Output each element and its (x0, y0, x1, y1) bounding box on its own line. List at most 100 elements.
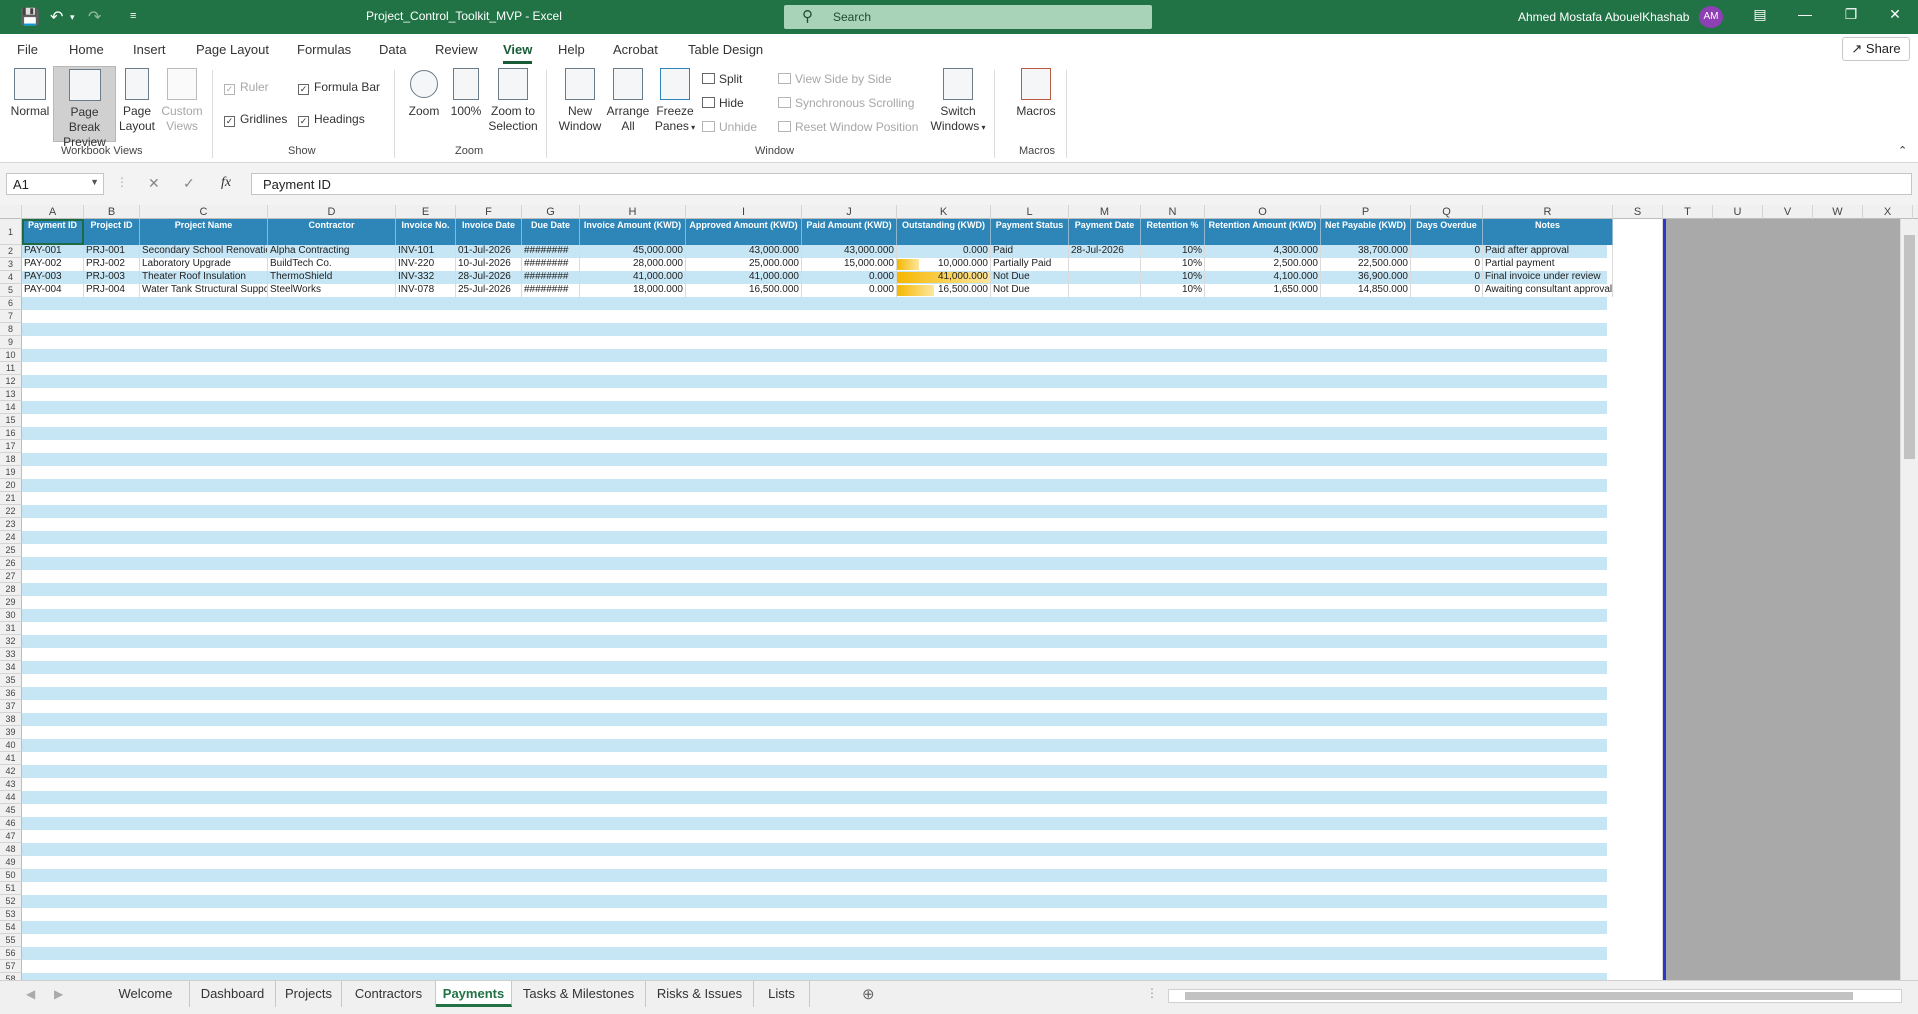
column-header[interactable]: I (686, 205, 802, 219)
page-layout-view-button[interactable]: Page Layout (117, 68, 157, 140)
empty-table-row[interactable] (22, 518, 1607, 531)
arrange-all-button[interactable]: Arrange All (604, 68, 652, 140)
table-cell[interactable]: 43,000.000 (802, 245, 897, 258)
row-header[interactable]: 6 (0, 297, 22, 310)
row-header[interactable]: 54 (0, 921, 22, 934)
table-cell[interactable]: 2,500.000 (1205, 258, 1321, 271)
unhide-button[interactable]: Unhide (702, 120, 757, 134)
row-header[interactable]: 30 (0, 609, 22, 622)
empty-table-row[interactable] (22, 713, 1607, 726)
table-cell[interactable]: 10% (1141, 271, 1205, 284)
row-header[interactable]: 2 (0, 245, 22, 258)
table-cell[interactable]: PRJ-002 (84, 258, 140, 271)
table-cell[interactable]: 0 (1411, 258, 1483, 271)
ruler-checkbox[interactable]: ✓ Ruler (224, 80, 269, 95)
split-button[interactable]: Split (702, 72, 742, 86)
row-header[interactable]: 45 (0, 804, 22, 817)
empty-table-row[interactable] (22, 804, 1607, 817)
empty-table-row[interactable] (22, 635, 1607, 648)
row-header[interactable]: 53 (0, 908, 22, 921)
row-header[interactable]: 44 (0, 791, 22, 804)
table-cell[interactable]: BuildTech Co. (268, 258, 396, 271)
column-header[interactable]: B (84, 205, 140, 219)
empty-table-row[interactable] (22, 492, 1607, 505)
column-title[interactable]: Retention Amount (KWD) (1205, 219, 1321, 245)
column-header[interactable]: A (22, 205, 84, 219)
column-title[interactable]: Days Overdue (1411, 219, 1483, 245)
table-cell[interactable]: PAY-003 (22, 271, 84, 284)
column-title[interactable]: Project Name (140, 219, 268, 245)
column-title[interactable]: Project ID (84, 219, 140, 245)
row-header[interactable]: 34 (0, 661, 22, 674)
table-cell[interactable]: 28,000.000 (580, 258, 686, 271)
column-title[interactable]: Net Payable (KWD) (1321, 219, 1411, 245)
empty-table-row[interactable] (22, 648, 1607, 661)
table-cell[interactable]: PRJ-001 (84, 245, 140, 258)
table-cell[interactable]: 0.000 (802, 271, 897, 284)
empty-table-row[interactable] (22, 596, 1607, 609)
row-header[interactable]: 51 (0, 882, 22, 895)
row-header[interactable]: 42 (0, 765, 22, 778)
empty-table-row[interactable] (22, 544, 1607, 557)
table-cell[interactable]: PAY-002 (22, 258, 84, 271)
enter-icon[interactable]: ✓ (183, 175, 195, 192)
row-header[interactable]: 40 (0, 739, 22, 752)
formula-input[interactable]: Payment ID (251, 173, 1912, 195)
empty-table-row[interactable] (22, 752, 1607, 765)
row-header[interactable]: 16 (0, 427, 22, 440)
scroll-thumb[interactable] (1185, 992, 1853, 1000)
collapse-ribbon-icon[interactable]: ⌃ (1898, 144, 1907, 157)
worksheet-grid[interactable]: ABCDEFGHIJKLMNOPQRSTUVWX 1 Payment ID Proj… (0, 205, 1918, 980)
column-header[interactable]: D (268, 205, 396, 219)
macros-button[interactable]: Macros (1012, 68, 1060, 140)
zoom-button[interactable]: Zoom (404, 68, 444, 140)
row-header[interactable]: 39 (0, 726, 22, 739)
add-sheet-icon[interactable]: ⊕ (862, 985, 875, 1003)
avatar[interactable]: AM (1699, 6, 1723, 28)
table-cell[interactable]: 16,500.000 (686, 284, 802, 297)
table-cell[interactable]: 1,650.000 (1205, 284, 1321, 297)
empty-table-row[interactable] (22, 960, 1607, 973)
row-header[interactable]: 20 (0, 479, 22, 492)
row-header[interactable]: 26 (0, 557, 22, 570)
row-header[interactable]: 47 (0, 830, 22, 843)
empty-table-row[interactable] (22, 739, 1607, 752)
empty-table-row[interactable] (22, 570, 1607, 583)
table-cell[interactable]: 36,900.000 (1321, 271, 1411, 284)
empty-table-row[interactable] (22, 479, 1607, 492)
tab-review[interactable]: Review (435, 42, 478, 57)
column-title[interactable]: Payment ID (22, 219, 84, 245)
zoom-to-selection-button[interactable]: Zoom to Selection (487, 68, 539, 140)
empty-table-row[interactable] (22, 791, 1607, 804)
table-cell[interactable]: Partial payment (1483, 258, 1613, 271)
table-cell[interactable] (1069, 271, 1141, 284)
close-icon[interactable]: ✕ (1880, 6, 1910, 28)
table-cell[interactable]: 14,850.000 (1321, 284, 1411, 297)
table-cell[interactable]: 0 (1411, 245, 1483, 258)
sheet-tab[interactable]: Welcome (102, 981, 190, 1007)
row-header[interactable]: 11 (0, 362, 22, 375)
table-cell[interactable]: 22,500.000 (1321, 258, 1411, 271)
empty-table-row[interactable] (22, 661, 1607, 674)
column-header[interactable]: V (1763, 205, 1813, 219)
row-header[interactable]: 56 (0, 947, 22, 960)
empty-table-row[interactable] (22, 921, 1607, 934)
empty-table-row[interactable] (22, 466, 1607, 479)
zoom-100-button[interactable]: 100% (449, 68, 483, 140)
share-button[interactable]: ↗ Share (1842, 37, 1910, 61)
table-cell[interactable]: 0.000 (897, 245, 991, 258)
tab-home[interactable]: Home (69, 42, 104, 57)
empty-table-row[interactable] (22, 830, 1607, 843)
table-cell[interactable]: 4,300.000 (1205, 245, 1321, 258)
empty-table-row[interactable] (22, 349, 1607, 362)
row-header[interactable]: 50 (0, 869, 22, 882)
save-icon[interactable]: 💾 (20, 7, 40, 27)
column-title[interactable]: Paid Amount (KWD) (802, 219, 897, 245)
table-cell[interactable]: 38,700.000 (1321, 245, 1411, 258)
restore-icon[interactable]: ❐ (1836, 6, 1866, 28)
table-cell[interactable]: Secondary School Renovation (140, 245, 268, 258)
sheet-tab[interactable]: Contractors (342, 981, 436, 1007)
row-header[interactable]: 57 (0, 960, 22, 973)
table-cell[interactable]: SteelWorks (268, 284, 396, 297)
splitter-icon[interactable]: ⋮ (1146, 986, 1158, 1000)
